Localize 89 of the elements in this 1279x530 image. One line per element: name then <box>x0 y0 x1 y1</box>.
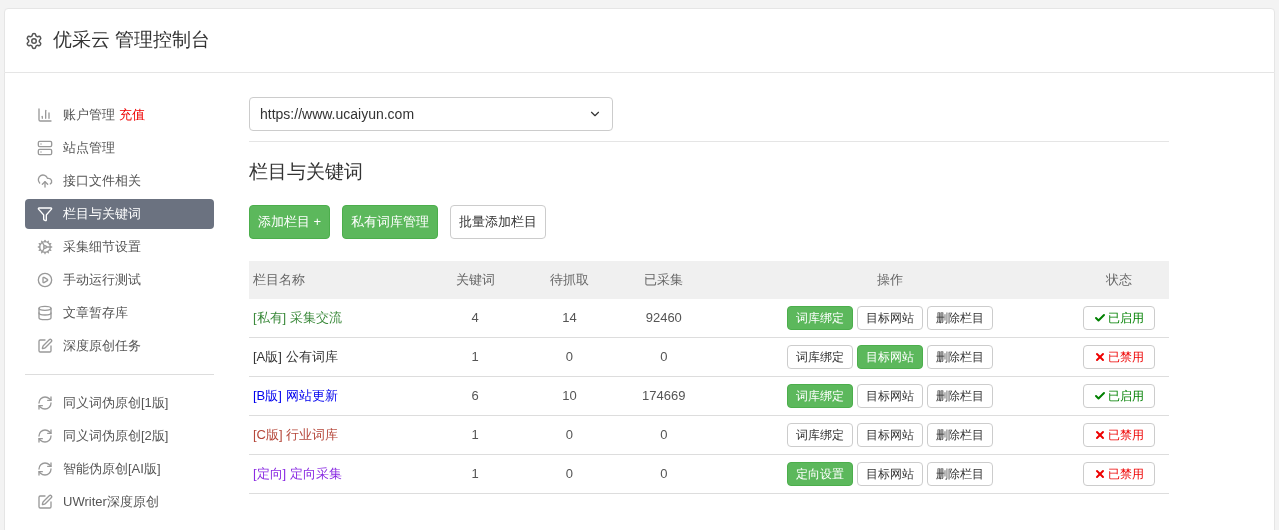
bar-chart-icon <box>37 107 53 123</box>
sidebar-item[interactable]: 智能伪原创[AI版] <box>25 454 214 484</box>
status-button[interactable]: 已禁用 <box>1083 423 1156 447</box>
sidebar-label: 文章暂存库 <box>63 304 128 323</box>
check-icon <box>1094 311 1107 324</box>
row-action-button[interactable]: 删除栏目 <box>927 384 994 408</box>
sidebar-item[interactable]: 同义词伪原创[1版] <box>25 388 214 418</box>
row-action-button[interactable]: 目标网站 <box>857 384 924 408</box>
check-icon <box>1094 390 1107 402</box>
table-cell: 1 <box>428 415 523 455</box>
sidebar-label: 智能伪原创[AI版] <box>63 460 161 479</box>
row-action-button[interactable]: 删除栏目 <box>927 305 994 330</box>
row-action-button[interactable]: 目标网站 <box>857 462 924 486</box>
column-name-cell[interactable]: [A版] 公有词库 <box>249 337 429 377</box>
gear-icon <box>37 239 53 255</box>
refresh-icon <box>37 461 53 477</box>
table-cell: 0 <box>616 337 711 377</box>
column-name-cell[interactable]: [私有] 采集交流 <box>249 298 429 338</box>
refresh-icon <box>37 395 53 411</box>
page-title: 优采云 管理控制台 <box>53 28 211 53</box>
cross-icon <box>1094 429 1107 441</box>
table-cell: 0 <box>522 337 617 377</box>
status-button[interactable]: 已禁用 <box>1083 345 1156 369</box>
table-cell: 92460 <box>616 298 711 338</box>
table-cell: 4 <box>428 298 523 338</box>
database-icon <box>37 305 53 321</box>
sidebar-item[interactable]: 账户管理 充值 <box>25 100 214 130</box>
column-name-cell[interactable]: [B版] 网站更新 <box>249 376 429 416</box>
column-header: 关键词 <box>428 260 523 299</box>
column-header: 栏目名称 <box>249 260 429 299</box>
sidebar-item[interactable]: 采集细节设置 <box>25 232 214 262</box>
edit-icon <box>37 494 53 510</box>
status-button[interactable]: 已禁用 <box>1083 462 1156 486</box>
column-header: 操作 <box>711 260 1070 299</box>
column-header: 状态 <box>1069 260 1169 299</box>
recharge-link[interactable]: 充值 <box>119 105 145 125</box>
sidebar-label: 采集细节设置 <box>63 238 141 257</box>
cross-icon <box>1094 351 1107 363</box>
sidebar-label: 栏目与关键词 <box>63 205 141 224</box>
table-cell: 0 <box>616 454 711 494</box>
table-cell: 1 <box>428 337 523 377</box>
sidebar-item[interactable]: 同义词伪原创[2版] <box>25 421 214 451</box>
row-action-button[interactable]: 目标网站 <box>857 423 924 447</box>
cross-icon <box>1094 468 1107 480</box>
sidebar-label: 同义词伪原创[2版] <box>63 427 169 446</box>
sidebar-label: 深度原创任务 <box>63 337 141 356</box>
toolbar-button[interactable]: 批量添加栏目 <box>450 204 547 239</box>
cloud-upload-icon <box>37 173 53 189</box>
sidebar-label: 同义词伪原创[1版] <box>63 394 169 413</box>
sidebar-item[interactable]: 手动运行测试 <box>25 265 214 295</box>
row-action-button[interactable]: 词库绑定 <box>787 345 854 369</box>
sidebar-item[interactable]: 文章暂存库 <box>25 298 214 328</box>
sidebar-label: 接口文件相关 <box>63 172 141 191</box>
column-header: 待抓取 <box>522 260 617 299</box>
table-cell: 14 <box>522 298 617 338</box>
table-cell: 0 <box>522 415 617 455</box>
edit-icon <box>37 338 53 354</box>
sidebar-item[interactable]: 接口文件相关 <box>25 166 214 196</box>
play-icon <box>37 272 53 288</box>
table-cell: 6 <box>428 376 523 416</box>
row-action-button[interactable]: 删除栏目 <box>927 423 994 447</box>
column-name-cell[interactable]: [C版] 行业词库 <box>249 415 429 455</box>
table-cell: 0 <box>616 415 711 455</box>
sidebar-label: 站点管理 <box>63 139 115 158</box>
column-header: 已采集 <box>616 260 711 299</box>
section-title: 栏目与关键词 <box>249 160 364 184</box>
row-action-button[interactable]: 词库绑定 <box>787 423 854 447</box>
settings-icon <box>25 31 43 50</box>
server-icon <box>37 140 53 156</box>
sidebar-item[interactable]: 栏目与关键词 <box>25 199 214 229</box>
table-cell: 0 <box>522 454 617 494</box>
sidebar-item[interactable]: 深度原创任务 <box>25 331 214 361</box>
table-cell: 10 <box>522 376 617 416</box>
status-button[interactable]: 已启用 <box>1083 384 1156 408</box>
sidebar-label: UWriter深度原创 <box>63 493 159 512</box>
column-name-cell[interactable]: [定向] 定向采集 <box>249 454 429 494</box>
row-action-button[interactable]: 删除栏目 <box>927 462 994 486</box>
status-button[interactable]: 已启用 <box>1083 305 1156 330</box>
refresh-icon <box>37 428 53 444</box>
filter-icon <box>37 206 53 222</box>
sidebar-item[interactable]: 站点管理 <box>25 133 214 163</box>
row-action-button[interactable]: 删除栏目 <box>927 345 994 369</box>
sidebar-item[interactable]: UWriter深度原创 <box>25 487 214 517</box>
sidebar-label: 账户管理 <box>63 106 115 125</box>
row-action-button[interactable]: 目标网站 <box>857 305 924 330</box>
table-cell: 174669 <box>616 376 711 416</box>
site-select[interactable]: https://www.ucaiyun.com <box>249 97 613 131</box>
sidebar-label: 手动运行测试 <box>63 271 141 290</box>
table-cell: 1 <box>428 454 523 494</box>
